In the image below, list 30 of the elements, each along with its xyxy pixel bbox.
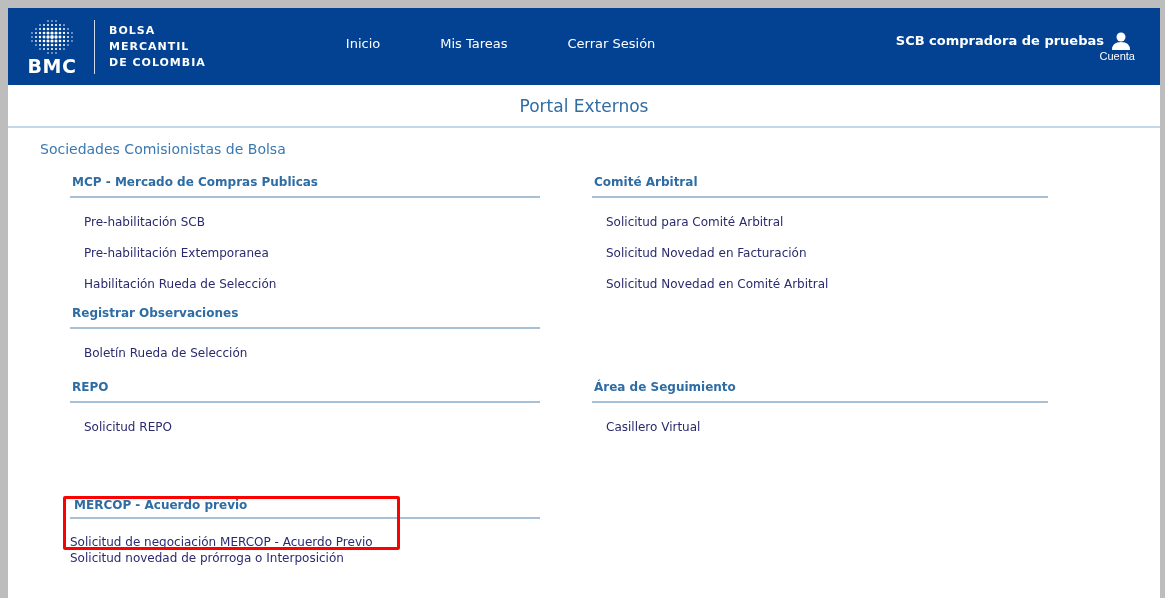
logo-text: DE COLOMBIA bbox=[109, 54, 206, 71]
menu-link[interactable]: Boletín Rueda de Selección bbox=[84, 337, 248, 368]
section-heading: REPO bbox=[70, 373, 540, 403]
logo-mark: BMC bbox=[27, 55, 77, 76]
nav-link[interactable]: Cerrar Sesión bbox=[567, 36, 656, 51]
section-heading: Área de Seguimiento bbox=[592, 373, 1048, 403]
nav-link[interactable]: Mis Tareas bbox=[440, 36, 508, 51]
menu-link[interactable]: Solicitud REPO bbox=[84, 411, 172, 442]
page-title: Portal Externos bbox=[519, 95, 649, 116]
user-name: SCB compradora de pruebas bbox=[895, 33, 1104, 48]
menu-link[interactable]: Casillero Virtual bbox=[606, 411, 701, 442]
menu-link[interactable]: Solicitud para Comité Arbitral bbox=[606, 206, 784, 237]
account-link[interactable]: Cuenta bbox=[1099, 49, 1135, 62]
menu-link[interactable]: Solicitud novedad de prórroga o Interposición bbox=[70, 550, 344, 566]
menu-link[interactable]: Pre-habilitación SCB bbox=[84, 206, 205, 237]
section-heading: MERCOP - Acuerdo previo bbox=[70, 497, 540, 519]
menu-link[interactable]: Solicitud de negociación MERCOP - Acuerdo Previo bbox=[70, 534, 373, 550]
user-icon[interactable] bbox=[1112, 31, 1130, 50]
menu-link[interactable]: Pre-habilitación Extemporanea bbox=[84, 237, 269, 268]
section-heading: Registrar Observaciones bbox=[70, 299, 540, 329]
globe-logo-icon bbox=[29, 17, 75, 56]
nav-link[interactable]: Inicio bbox=[345, 36, 381, 51]
section-heading: Comité Arbitral bbox=[592, 168, 1048, 198]
logo-text: BOLSA bbox=[109, 22, 157, 39]
group-title: Sociedades Comisionistas de Bolsa bbox=[40, 140, 287, 158]
section-heading: MCP - Mercado de Compras Publicas bbox=[70, 168, 540, 198]
logo-text: MERCANTIL bbox=[109, 38, 191, 55]
menu-link[interactable]: Solicitud Novedad en Comité Arbitral bbox=[606, 268, 829, 299]
menu-link[interactable]: Habilitación Rueda de Selección bbox=[84, 268, 277, 299]
menu-link[interactable]: Solicitud Novedad en Facturación bbox=[606, 237, 807, 268]
